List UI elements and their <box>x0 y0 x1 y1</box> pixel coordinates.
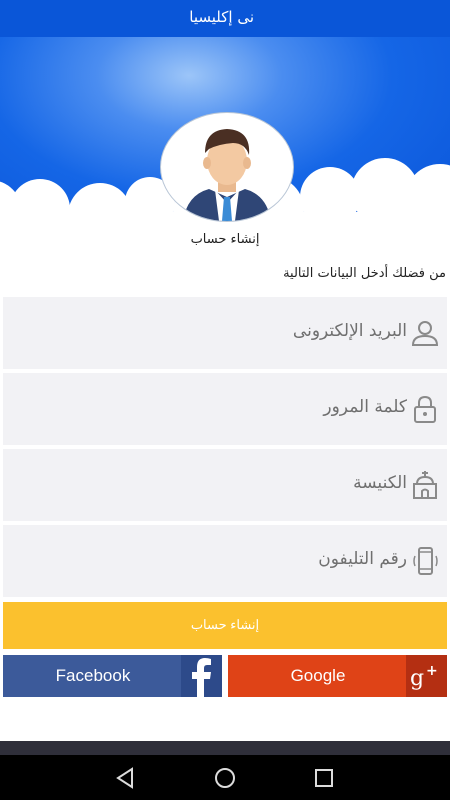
bottom-strip <box>0 741 450 755</box>
avatar[interactable] <box>160 112 294 222</box>
google-label: Google <box>290 666 346 685</box>
lock-icon <box>414 395 436 423</box>
church-field[interactable]: الكنيسة <box>3 449 447 521</box>
page-subtitle: إنشاء حساب <box>190 232 260 247</box>
create-account-label: إنشاء حساب <box>190 617 260 632</box>
church-icon <box>413 471 437 499</box>
email-label: البريد الإلكترونى <box>292 321 407 341</box>
church-label: الكنيسة <box>353 473 407 493</box>
create-account-button[interactable]: إنشاء حساب <box>3 602 447 649</box>
home-icon[interactable] <box>210 763 240 793</box>
instructions-text: من فضلك أدخل البيانات التالية <box>283 266 446 281</box>
facebook-icon <box>181 655 222 697</box>
svg-text:g: g <box>410 666 424 691</box>
facebook-login-button[interactable]: Facebook <box>3 655 222 697</box>
svg-text:+: + <box>426 663 438 679</box>
password-label: كلمة المرور <box>323 397 407 417</box>
system-nav-bar <box>0 755 450 800</box>
phone-label: رقم التليفون <box>318 549 407 569</box>
password-field[interactable]: كلمة المرور <box>3 373 447 445</box>
recents-icon[interactable] <box>309 763 339 793</box>
phone-field[interactable]: رقم التليفون <box>3 525 447 597</box>
app-bar: نى إكليسيا <box>0 0 450 37</box>
app-title: نى إكليسيا <box>189 8 254 26</box>
phone-icon <box>413 547 438 575</box>
google-plus-icon: g + <box>406 655 447 697</box>
person-icon <box>183 129 271 221</box>
user-icon <box>411 321 439 346</box>
email-field[interactable]: البريد الإلكترونى <box>3 297 447 369</box>
google-login-button[interactable]: Google g + <box>228 655 447 697</box>
back-icon[interactable] <box>110 763 140 793</box>
facebook-label: Facebook <box>55 666 131 685</box>
